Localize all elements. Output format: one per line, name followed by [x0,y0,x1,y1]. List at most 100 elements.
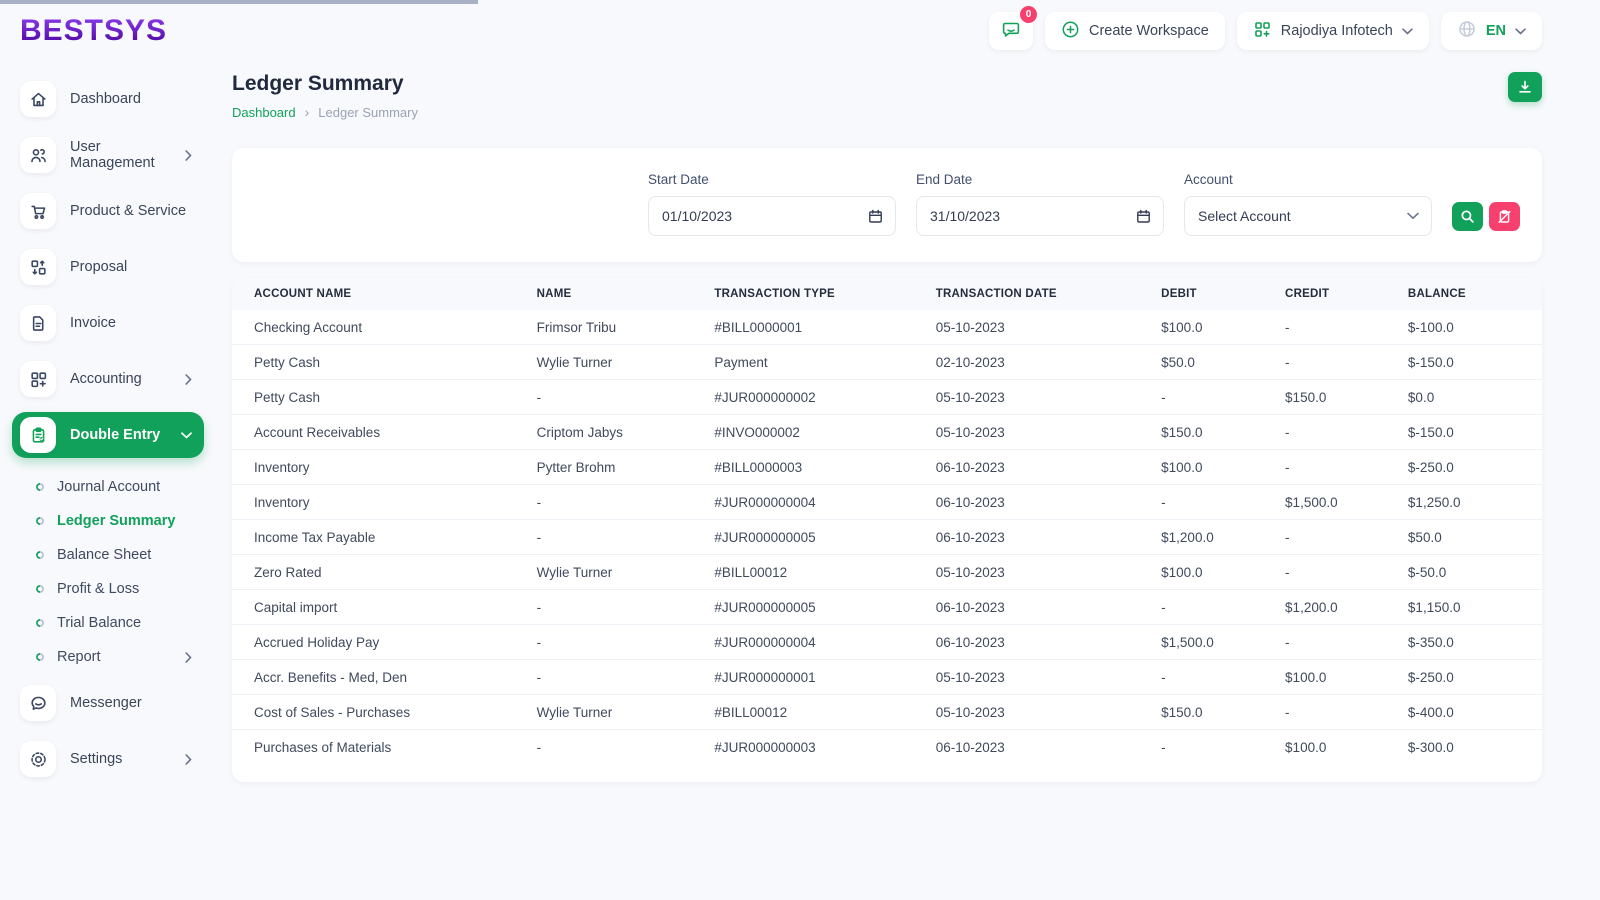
account-selected-value: Select Account [1198,208,1291,224]
table-row: Inventory Pytter Brohm #BILL0000003 06-10-2… [232,449,1542,485]
table-cell: $-250.0 [1407,659,1542,695]
table-cell: 05-10-2023 [935,554,1162,590]
chevron-right-icon [185,651,192,663]
breadcrumb-separator-icon: › [304,104,310,120]
table-row: Income Tax Payable - #JUR000000005 06-10-20… [232,519,1542,555]
bullet-icon [36,585,44,593]
sidebar-item-label: Settings [70,751,123,767]
table-cell: $1,250.0 [1407,484,1542,520]
table-cell: - [536,624,715,660]
table-cell: #JUR000000004 [714,484,936,520]
language-code: EN [1485,23,1506,39]
table-cell: $-250.0 [1407,449,1542,485]
submenu-item-trial-balance[interactable]: Trial Balance [12,606,204,640]
table-cell: - [1285,624,1408,660]
search-icon [1461,210,1474,223]
table-cell: 06-10-2023 [935,624,1162,660]
table-cell: Frimsor Tribu [536,310,715,345]
sidebar-item-proposal[interactable]: Proposal [12,244,204,290]
table-row: Purchases of Materials - #JUR000000003 06-1… [232,730,1542,765]
column-header-debit: DEBIT [1161,278,1286,310]
sidebar-item-label: User Management [70,139,155,171]
table-cell: 05-10-2023 [935,694,1162,730]
table-cell: Wylie Turner [536,344,715,380]
submenu-item-profit-loss[interactable]: Profit & Loss [12,572,204,606]
table-cell: - [1161,379,1286,415]
start-date-label: Start Date [648,172,709,187]
sidebar-item-dashboard[interactable]: Dashboard [12,76,204,122]
table-cell: $50.0 [1407,519,1542,555]
column-header-credit: CREDIT [1285,278,1408,310]
table-row: Accr. Benefits - Med, Den - #JUR000000001 0… [232,659,1542,695]
table-row: Petty Cash Wylie Turner Payment 02-10-2023 $… [232,344,1542,380]
ledger-table-card: ACCOUNT NAME NAME TRANSACTION TYPE TRANS… [232,278,1542,782]
sidebar-item-label: Dashboard [70,91,141,107]
column-header-account-name: ACCOUNT NAME [232,278,537,310]
submenu-item-journal-account[interactable]: Journal Account [12,470,204,504]
breadcrumb-current: Ledger Summary [318,104,418,120]
table-cell: $100.0 [1161,449,1286,485]
sidebar-item-product-service[interactable]: Product & Service [12,188,204,234]
table-cell: - [1285,344,1408,380]
table-cell: Criptom Jabys [536,414,715,450]
table-cell: #BILL0000003 [714,449,936,485]
globe-icon [1457,19,1477,43]
sidebar-item-messenger[interactable]: Messenger [12,680,204,726]
workspace-switcher[interactable]: Rajodiya Infotech [1236,12,1429,50]
table-cell: $100.0 [1161,310,1286,345]
sidebar-item-accounting[interactable]: Accounting [12,356,204,402]
brand-logo[interactable]: BESTSYS [20,14,167,48]
ledger-table-body: Checking Account Frimsor Tribu #BILL000000… [232,310,1542,764]
breadcrumb: Dashboard › Ledger Summary [232,104,418,120]
table-cell: - [1285,519,1408,555]
gear-icon [20,741,56,777]
main-content: Ledger Summary Dashboard › Ledger Summar… [232,72,1542,782]
table-cell: Wylie Turner [536,694,715,730]
chevron-down-icon [1402,27,1413,35]
table-cell: #INVO000002 [714,414,936,450]
search-button[interactable] [1452,202,1483,231]
table-cell: Account Receivables [232,414,537,450]
sidebar-item-user-management[interactable]: User Management [12,132,204,178]
table-cell: $1,200.0 [1285,589,1408,625]
table-cell: Inventory [232,449,537,485]
bullet-icon [36,551,44,559]
sidebar-item-double-entry[interactable]: Double Entry [12,412,204,458]
submenu-item-balance-sheet[interactable]: Balance Sheet [12,538,204,572]
sidebar-item-label: Invoice [70,315,116,331]
create-workspace-button[interactable]: Create Workspace [1044,12,1225,50]
table-cell: #JUR000000003 [714,739,816,755]
sidebar: Dashboard User Management Product & Serv… [0,62,214,900]
table-cell: Inventory [232,484,537,520]
table-cell: Accrued Holiday Pay [232,624,537,660]
sidebar-item-invoice[interactable]: Invoice [12,300,204,346]
end-date-input[interactable]: 31/10/2023 [916,196,1164,236]
table-cell: Cost of Sales - Purchases [232,694,537,730]
table-cell: #JUR000000002 [714,379,936,415]
table-row: Checking Account Frimsor Tribu #BILL000000… [232,310,1542,345]
table-cell: $-150.0 [1407,414,1542,450]
table-cell: - [536,659,715,695]
invoice-icon [20,305,56,341]
messages-button[interactable]: 0 [988,6,1037,50]
chevron-right-icon [185,149,192,161]
table-cell: $1,150.0 [1407,589,1542,625]
start-date-input[interactable]: 01/10/2023 [648,196,896,236]
account-select[interactable]: Select Account [1184,196,1432,236]
end-date-value: 31/10/2023 [930,208,1001,224]
download-button[interactable] [1508,72,1542,102]
table-cell: $150.0 [1161,694,1286,730]
table-cell: - [1285,414,1408,450]
table-cell: Wylie Turner [536,554,715,590]
breadcrumb-dashboard-link[interactable]: Dashboard [232,105,296,120]
sidebar-item-settings[interactable]: Settings [12,736,204,782]
reset-filter-button[interactable] [1489,202,1520,231]
submenu-item-report[interactable]: Report [12,640,204,674]
table-cell: #JUR000000001 [714,659,936,695]
chevron-right-icon [185,373,192,385]
submenu-item-ledger-summary[interactable]: Ledger Summary [12,504,204,538]
table-row: Petty Cash - #JUR000000002 05-10-2023- $150.… [232,379,1542,415]
language-switcher[interactable]: EN [1440,12,1542,50]
sidebar-item-label: Messenger [70,695,142,711]
chevron-down-icon [1515,27,1526,35]
